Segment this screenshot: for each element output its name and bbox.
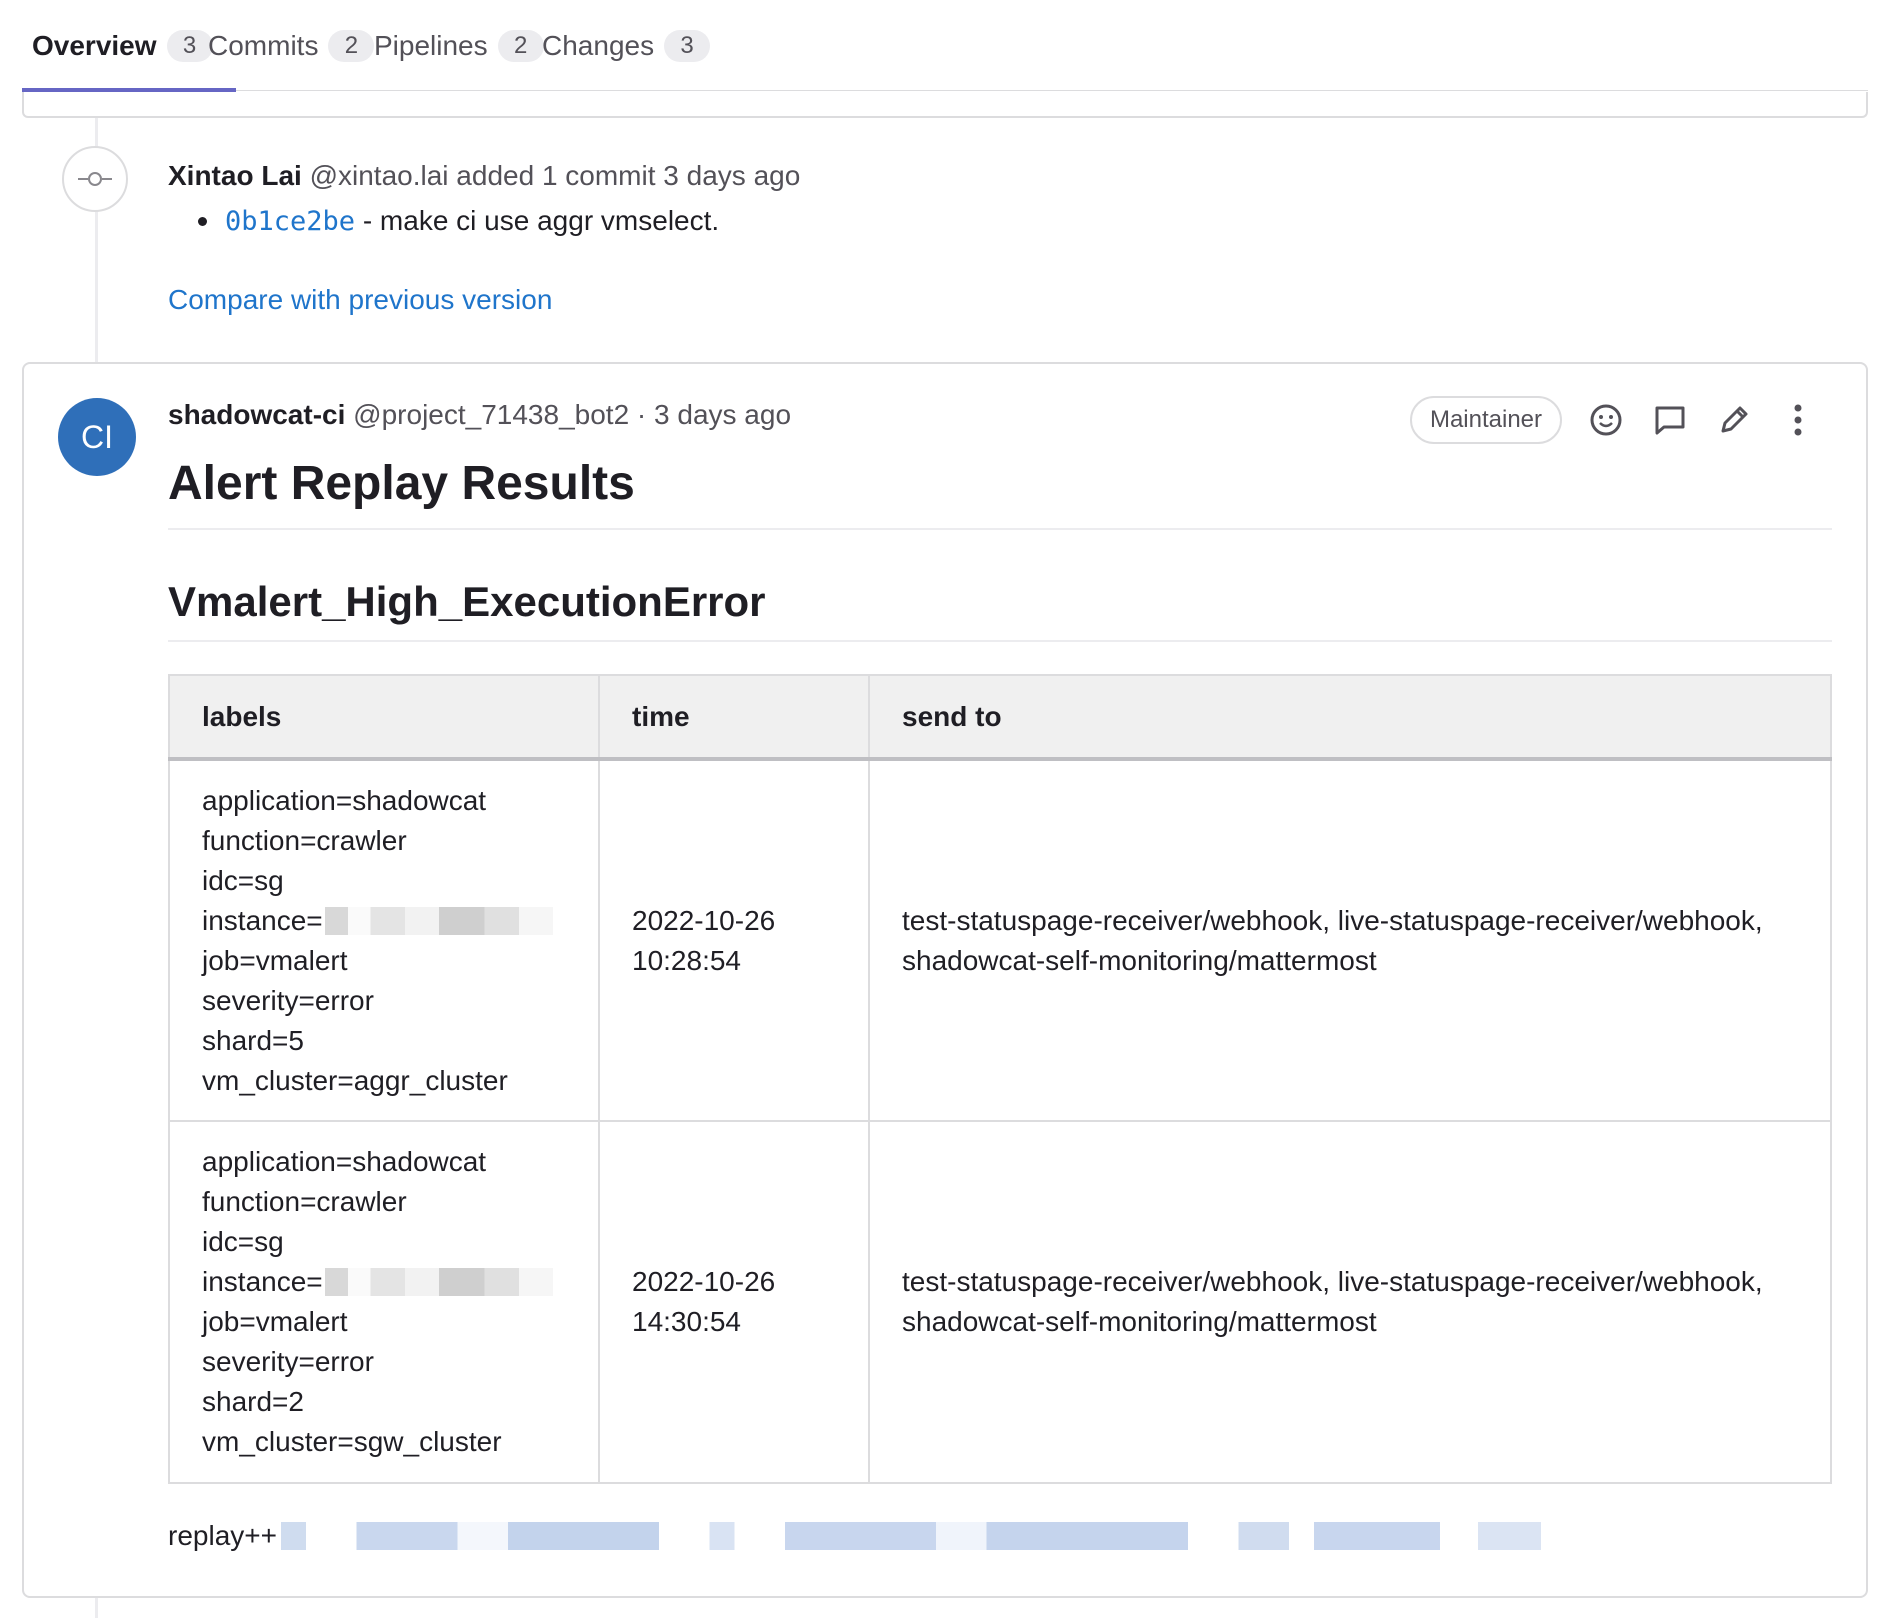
alert-name-heading: Vmalert_High_ExecutionError: [168, 578, 766, 625]
tab-pipelines[interactable]: Pipelines 2: [374, 0, 544, 92]
label-line: job=vmalert: [202, 944, 348, 976]
heading-divider: [168, 640, 1832, 642]
redacted-replay-link[interactable]: [280, 1522, 1541, 1550]
tab-count-badge: 2: [497, 30, 544, 62]
title-divider: [168, 528, 1832, 530]
label-key: instance=: [202, 904, 323, 936]
redacted-value: [324, 906, 553, 935]
time-cell: 2022-10-26 14:30:54: [598, 1120, 870, 1484]
replay-link-line: replay++: [168, 1520, 1541, 1552]
role-badge: Maintainer: [1410, 396, 1562, 444]
pencil-icon[interactable]: [1714, 400, 1754, 440]
column-header-time: time: [598, 674, 870, 761]
label-line: severity=error: [202, 984, 374, 1016]
header-separator: ·: [629, 399, 655, 430]
commit-list-item: 0b1ce2be - make ci use aggr vmselect.: [198, 205, 719, 237]
comment-title: Alert Replay Results: [168, 457, 635, 510]
merge-request-tabs: Overview 3 Commits 2 Pipelines 2 Changes…: [22, 0, 1868, 92]
comment-icon[interactable]: [1650, 400, 1690, 440]
comment-username[interactable]: @project_71438_bot2: [353, 399, 629, 430]
tab-label: Pipelines: [374, 30, 488, 61]
column-header-labels: labels: [168, 674, 600, 761]
tab-count-badge: 2: [328, 30, 375, 62]
label-line: application=shadowcat: [202, 784, 487, 816]
send-to-cell: test-statuspage-receiver/webhook, live-s…: [868, 758, 1832, 1122]
tab-overview[interactable]: Overview 3: [32, 0, 213, 92]
note-username[interactable]: @xintao.lai: [310, 160, 449, 191]
tab-label: Changes: [542, 30, 655, 61]
label-line: function=crawler: [202, 824, 407, 856]
tab-commits[interactable]: Commits 2: [208, 0, 375, 92]
note-author[interactable]: Xintao Lai: [168, 160, 302, 191]
send-to-cell: test-statuspage-receiver/webhook, live-s…: [868, 1120, 1832, 1484]
label-line: job=vmalert: [202, 1306, 348, 1337]
tab-count-badge: 3: [664, 30, 711, 62]
table-row: application=shadowcat function=crawler i…: [168, 1120, 1832, 1484]
redacted-value: [324, 1268, 553, 1296]
table-row: application=shadowcat function=crawler i…: [168, 758, 1832, 1122]
column-header-send-to: send to: [868, 674, 1832, 761]
tab-changes[interactable]: Changes 3: [542, 0, 711, 92]
commit-message: - make ci use aggr vmselect.: [355, 205, 720, 236]
label-key: instance=: [202, 1266, 323, 1297]
label-line: vm_cluster=aggr_cluster: [202, 1064, 508, 1096]
label-line: severity=error: [202, 1346, 374, 1377]
previous-note-box: [22, 92, 1868, 118]
table-header-row: labels time send to: [168, 674, 1832, 761]
label-line: application=shadowcat: [202, 1146, 487, 1177]
commit-sha-link[interactable]: 0b1ce2be: [225, 206, 355, 237]
commit-icon: [62, 146, 128, 212]
replay-prefix: replay++: [168, 1520, 277, 1551]
alert-results-table: labels time send to application=shadowca…: [168, 674, 1832, 1484]
time-cell: 2022-10-26 10:28:54: [598, 758, 870, 1122]
labels-cell: application=shadowcat function=crawler i…: [168, 1120, 600, 1484]
label-line: shard=5: [202, 1024, 304, 1056]
labels-cell: application=shadowcat function=crawler i…: [168, 758, 600, 1122]
tab-label: Overview: [32, 30, 157, 61]
compare-previous-version-link[interactable]: Compare with previous version: [168, 284, 552, 316]
comment-header: shadowcat-ci @project_71438_bot2 · 3 day…: [168, 399, 791, 431]
bullet: [198, 216, 207, 226]
tabs-divider: [22, 90, 1868, 91]
smiley-icon[interactable]: [1586, 400, 1626, 440]
label-line: idc=sg: [202, 864, 284, 896]
avatar[interactable]: CI: [58, 398, 136, 476]
label-line: function=crawler: [202, 1186, 407, 1217]
comment-time[interactable]: 3 days ago: [654, 399, 791, 430]
system-note: Xintao Lai @xintao.lai added 1 commit 3 …: [168, 160, 800, 192]
label-line: vm_cluster=sgw_cluster: [202, 1426, 502, 1457]
note-action: added 1 commit 3 days ago: [456, 160, 801, 191]
tab-label: Commits: [208, 30, 319, 61]
comment-author[interactable]: shadowcat-ci: [168, 399, 345, 430]
label-line: idc=sg: [202, 1226, 284, 1257]
more-vertical-icon[interactable]: [1778, 400, 1818, 440]
label-line: shard=2: [202, 1386, 304, 1417]
tab-count-badge: 3: [166, 30, 213, 62]
label-line-instance: instance=: [202, 901, 566, 941]
label-line-instance: instance=: [202, 1262, 566, 1302]
timeline-line: [95, 1598, 98, 1618]
